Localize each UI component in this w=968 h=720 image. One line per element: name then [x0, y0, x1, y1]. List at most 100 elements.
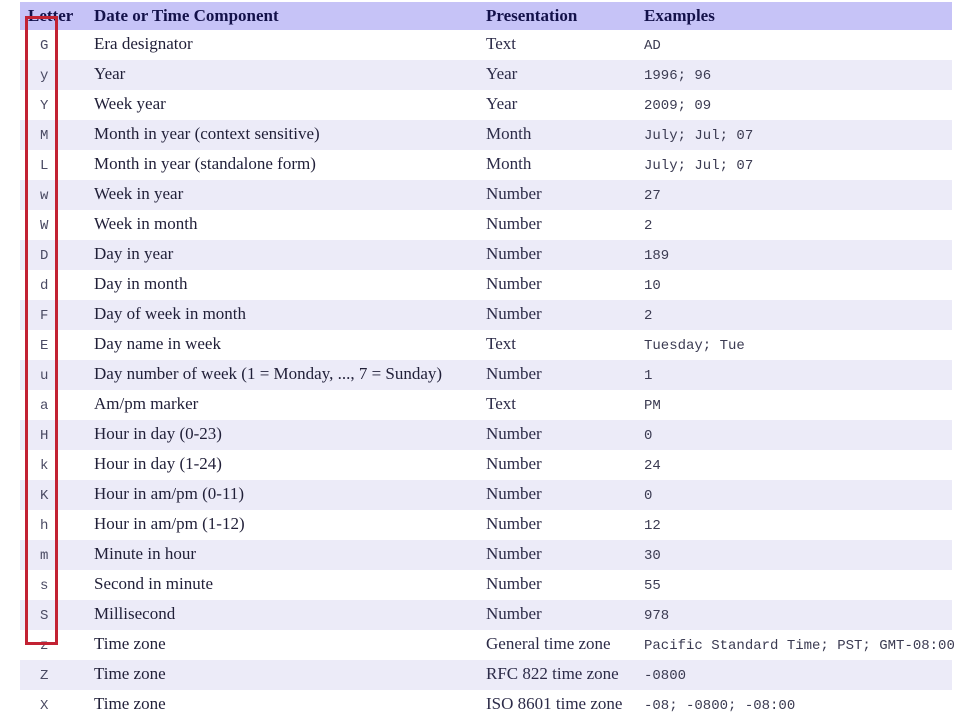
cell-examples: 27 — [640, 180, 952, 210]
column-header-component: Date or Time Component — [86, 2, 484, 30]
cell-presentation: Text — [484, 390, 640, 420]
cell-examples: 1996; 96 — [640, 60, 952, 90]
cell-examples: July; Jul; 07 — [640, 150, 952, 180]
table-row: a Am/pm marker Text PM — [20, 390, 952, 420]
cell-presentation: Number — [484, 360, 640, 390]
cell-pattern-letter: D — [20, 240, 86, 270]
cell-component: Year — [86, 60, 484, 90]
cell-pattern-letter: L — [20, 150, 86, 180]
table-header: Letter Date or Time Component Presentati… — [20, 2, 952, 30]
cell-component: Time zone — [86, 630, 484, 660]
table-row: X Time zone ISO 8601 time zone -08; -0800; … — [20, 690, 952, 720]
cell-examples: Tuesday; Tue — [640, 330, 952, 360]
cell-component: Hour in am/pm (0-11) — [86, 480, 484, 510]
cell-presentation: Number — [484, 180, 640, 210]
cell-presentation: Number — [484, 600, 640, 630]
table-row: k Hour in day (1-24) Number 24 — [20, 450, 952, 480]
cell-examples: 2 — [640, 210, 952, 240]
cell-component: Month in year (context sensitive) — [86, 120, 484, 150]
cell-presentation: Number — [484, 240, 640, 270]
cell-examples: 55 — [640, 570, 952, 600]
table-row: F Day of week in month Number 2 — [20, 300, 952, 330]
cell-component: Era designator — [86, 30, 484, 60]
cell-presentation: ISO 8601 time zone — [484, 690, 640, 720]
cell-examples: 12 — [640, 510, 952, 540]
cell-examples: 978 — [640, 600, 952, 630]
cell-presentation: Text — [484, 30, 640, 60]
cell-examples: PM — [640, 390, 952, 420]
cell-pattern-letter: X — [20, 690, 86, 720]
cell-component: Millisecond — [86, 600, 484, 630]
cell-presentation: Number — [484, 570, 640, 600]
cell-component: Week in month — [86, 210, 484, 240]
cell-examples: 189 — [640, 240, 952, 270]
table-row: W Week in month Number 2 — [20, 210, 952, 240]
cell-pattern-letter: y — [20, 60, 86, 90]
cell-component: Week year — [86, 90, 484, 120]
cell-pattern-letter: h — [20, 510, 86, 540]
table-row: z Time zone General time zone Pacific Stand… — [20, 630, 955, 660]
cell-component: Day number of week (1 = Monday, ..., 7 =… — [86, 360, 484, 390]
table-row: L Month in year (standalone form) Month Jul… — [20, 150, 952, 180]
cell-pattern-letter: H — [20, 420, 86, 450]
cell-presentation: Number — [484, 420, 640, 450]
document-root: Letter Date or Time Component Presentati… — [0, 0, 968, 720]
cell-examples: Pacific Standard Time; PST; GMT-08:00 — [640, 630, 955, 660]
table-row: u Day number of week (1 = Monday, ..., 7 … — [20, 360, 952, 390]
table-row: s Second in minute Number 55 — [20, 570, 952, 600]
table-row: Z Time zone RFC 822 time zone -0800 — [20, 660, 952, 690]
cell-presentation: Number — [484, 450, 640, 480]
date-format-pattern-table: Letter Date or Time Component Presentati… — [20, 2, 955, 720]
cell-component: Hour in day (0-23) — [86, 420, 484, 450]
table-row: G Era designator Text AD — [20, 30, 952, 60]
cell-component: Time zone — [86, 690, 484, 720]
cell-pattern-letter: M — [20, 120, 86, 150]
cell-pattern-letter: Y — [20, 90, 86, 120]
table-row: d Day in month Number 10 — [20, 270, 952, 300]
cell-presentation: Number — [484, 480, 640, 510]
cell-examples: 30 — [640, 540, 952, 570]
cell-pattern-letter: S — [20, 600, 86, 630]
cell-component: Month in year (standalone form) — [86, 150, 484, 180]
cell-component: Hour in am/pm (1-12) — [86, 510, 484, 540]
table-row: D Day in year Number 189 — [20, 240, 952, 270]
table-row: h Hour in am/pm (1-12) Number 12 — [20, 510, 952, 540]
cell-presentation: General time zone — [484, 630, 640, 660]
cell-component: Hour in day (1-24) — [86, 450, 484, 480]
column-header-letter: Letter — [20, 2, 86, 30]
cell-component: Second in minute — [86, 570, 484, 600]
cell-examples: 0 — [640, 480, 952, 510]
cell-component: Am/pm marker — [86, 390, 484, 420]
cell-component: Minute in hour — [86, 540, 484, 570]
cell-examples: AD — [640, 30, 952, 60]
cell-examples: 0 — [640, 420, 952, 450]
cell-pattern-letter: z — [20, 630, 86, 660]
cell-presentation: Number — [484, 510, 640, 540]
cell-pattern-letter: E — [20, 330, 86, 360]
cell-pattern-letter: w — [20, 180, 86, 210]
cell-pattern-letter: k — [20, 450, 86, 480]
column-header-examples: Examples — [640, 2, 952, 30]
table-row: K Hour in am/pm (0-11) Number 0 — [20, 480, 952, 510]
cell-presentation: Number — [484, 270, 640, 300]
cell-pattern-letter: K — [20, 480, 86, 510]
cell-presentation: Number — [484, 540, 640, 570]
cell-component: Week in year — [86, 180, 484, 210]
table-row: Y Week year Year 2009; 09 — [20, 90, 952, 120]
cell-presentation: RFC 822 time zone — [484, 660, 640, 690]
cell-component: Day in year — [86, 240, 484, 270]
cell-pattern-letter: Z — [20, 660, 86, 690]
cell-examples: 1 — [640, 360, 952, 390]
cell-component: Time zone — [86, 660, 484, 690]
cell-pattern-letter: s — [20, 570, 86, 600]
cell-pattern-letter: a — [20, 390, 86, 420]
cell-pattern-letter: u — [20, 360, 86, 390]
cell-examples: 2009; 09 — [640, 90, 952, 120]
cell-examples: 10 — [640, 270, 952, 300]
cell-pattern-letter: d — [20, 270, 86, 300]
cell-component: Day name in week — [86, 330, 484, 360]
table-row: S Millisecond Number 978 — [20, 600, 952, 630]
cell-presentation: Month — [484, 150, 640, 180]
cell-examples: -0800 — [640, 660, 952, 690]
cell-examples: -08; -0800; -08:00 — [640, 690, 952, 720]
